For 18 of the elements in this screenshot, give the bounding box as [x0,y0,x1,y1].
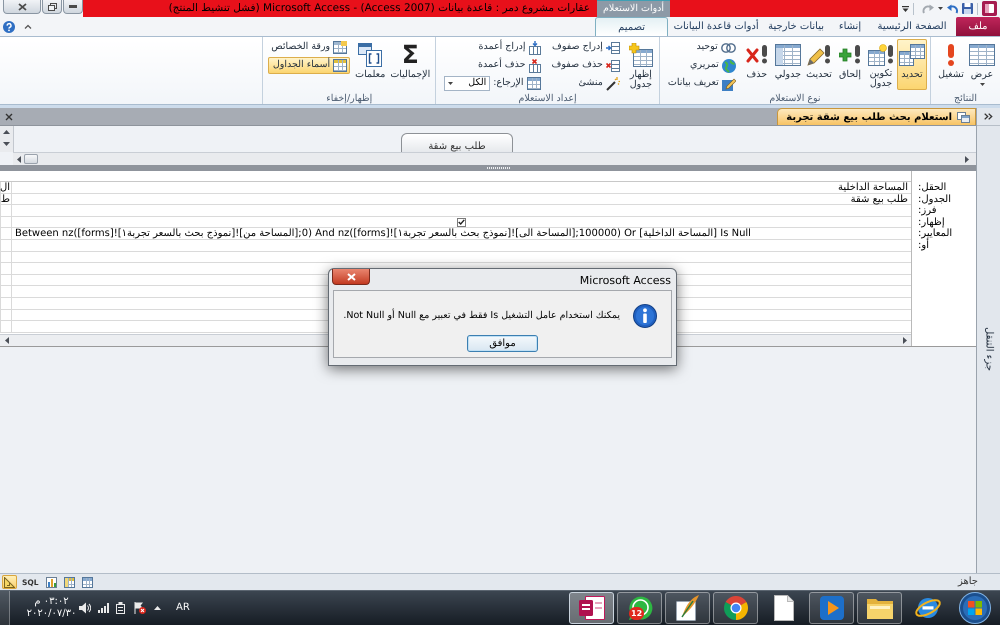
notification-badge: 12 [629,607,644,620]
field-list-title: طلب بيع شقة [428,141,486,152]
row-label: المعايير: [918,228,952,240]
group-label: نوع الاستعلام [769,92,821,104]
window-title: عقارات مشروع دمر : قاعدة بيانات (Access 2007) - Microsoft Access (فشل تنشيط المنتج) [168,1,590,16]
dialog-message: يمكنك استخدام عامل التشغيل Is فقط في تعبير مع Null أو Not Null. [343,310,620,322]
row-label: الحقل: [918,182,946,194]
row-label: فرز: [918,205,936,217]
group-label: النتائج [954,92,977,104]
field-label: الإرجاع: [493,76,524,90]
group-label: إعداد الاستعلام [518,92,577,104]
group-label: إظهار/إخفاء [326,92,372,104]
contextual-tab-group-label: أدوات الاستعلام [602,3,664,15]
row-label: أو: [918,240,929,252]
status-text: جاهز [958,576,978,588]
row-label: إظهار: [918,216,945,228]
dialog-title: Microsoft Access [580,275,671,287]
row-label: الجدول: [918,194,951,206]
